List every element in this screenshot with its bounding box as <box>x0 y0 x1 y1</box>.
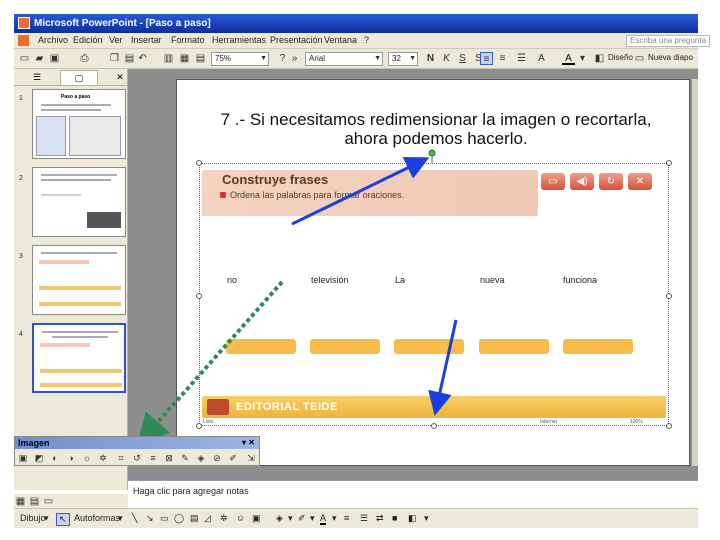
crop-icon[interactable]: ⌗ <box>115 452 127 464</box>
more-contrast-icon[interactable]: ◐ <box>49 452 61 464</box>
line-style-icon[interactable]: ≡ <box>147 452 159 464</box>
chevron-down-icon[interactable]: ▾ <box>310 513 315 524</box>
drawing-toolbar: Dibujo ▾ ↖ Autoformas ▾ ╲ ↘ ▭ ◯ ▤ ◿ ✲ ☺ … <box>14 508 698 528</box>
resize-handle <box>196 160 202 166</box>
chevron-down-icon[interactable]: ▾ <box>332 513 337 524</box>
reset-picture-icon[interactable]: ⇲ <box>245 452 257 464</box>
normal-view-icon[interactable]: ▦ <box>14 495 27 508</box>
insert-picture-icon[interactable]: ▣ <box>17 452 29 464</box>
blue-arrow-top <box>291 157 430 226</box>
fill-color-icon[interactable]: ◈ <box>276 513 283 524</box>
rotate-icon[interactable]: ↺ <box>131 452 143 464</box>
toolbar-controls[interactable]: ▾ ✕ <box>242 437 255 449</box>
wordart-icon[interactable]: ◿ <box>204 513 211 524</box>
image-toolbar-titlebar[interactable]: Imagen ▾ ✕ <box>15 437 259 449</box>
image-toolbar-title: Imagen <box>18 438 50 448</box>
resize-handle <box>666 423 672 429</box>
select-pointer-icon[interactable]: ↖ <box>56 513 70 526</box>
arrow-icon[interactable]: ↘ <box>146 513 154 524</box>
color-icon[interactable]: ◩ <box>33 452 45 464</box>
line-color-icon[interactable]: ✐ <box>298 513 306 524</box>
rotate-handle <box>428 149 436 157</box>
less-brightness-icon[interactable]: ✲ <box>97 452 109 464</box>
dash-style-icon[interactable]: ☰ <box>360 513 368 524</box>
sorter-view-icon[interactable]: ▤ <box>28 495 41 508</box>
3d-style-icon[interactable]: ◧ <box>408 513 417 524</box>
chevron-down-icon[interactable]: ▾ <box>118 513 123 524</box>
more-brightness-icon[interactable]: ☼ <box>81 452 93 464</box>
oval-icon[interactable]: ◯ <box>174 513 184 524</box>
resize-handle <box>666 293 672 299</box>
recolor-icon[interactable]: ✎ <box>179 452 191 464</box>
image-toolbar[interactable]: Imagen ▾ ✕ ▣ ◩ ◐ ◑ ☼ ✲ ⌗ ↺ ≡ ⊠ ✎ ◈ ⊘ ✐ ⇲ <box>14 436 260 466</box>
resize-handle <box>431 423 437 429</box>
resize-handle <box>196 423 202 429</box>
arrow-style-icon[interactable]: ⇄ <box>376 513 384 524</box>
font-color-icon[interactable]: A <box>320 513 327 525</box>
autoshapes-menu[interactable]: Autoformas <box>74 513 120 523</box>
set-transparent-icon[interactable]: ⊘ <box>211 452 223 464</box>
insert-image-icon[interactable]: ▣ <box>252 513 261 524</box>
chevron-down-icon[interactable]: ▾ <box>44 513 49 524</box>
green-dotted-arrow <box>136 280 284 446</box>
slideshow-icon[interactable]: ▭ <box>42 495 55 508</box>
shadow-style-icon[interactable]: ■ <box>392 513 397 523</box>
textbox-icon[interactable]: ▤ <box>190 513 199 524</box>
draw-menu[interactable]: Dibujo <box>20 513 46 523</box>
compress-icon[interactable]: ⊠ <box>163 452 175 464</box>
rectangle-icon[interactable]: ▭ <box>160 513 169 524</box>
clipart-icon[interactable]: ☺ <box>236 513 245 523</box>
resize-handle <box>196 293 202 299</box>
chevron-down-icon[interactable]: ▾ <box>288 513 293 524</box>
view-buttons: ▦ ▤ ▭ <box>14 494 128 508</box>
notes-placeholder[interactable]: Haga clic para agregar notas <box>133 486 249 496</box>
diagram-icon[interactable]: ✲ <box>220 513 228 524</box>
less-contrast-icon[interactable]: ◑ <box>65 452 77 464</box>
resize-handle <box>666 160 672 166</box>
line-icon[interactable]: ╲ <box>132 513 137 524</box>
chevron-down-icon[interactable]: ▾ <box>424 513 429 524</box>
blue-arrow-bottom <box>428 319 458 416</box>
pen-icon[interactable]: ✐ <box>227 452 239 464</box>
line-style-icon[interactable]: ≡ <box>344 513 349 523</box>
format-picture-icon[interactable]: ◈ <box>195 452 207 464</box>
